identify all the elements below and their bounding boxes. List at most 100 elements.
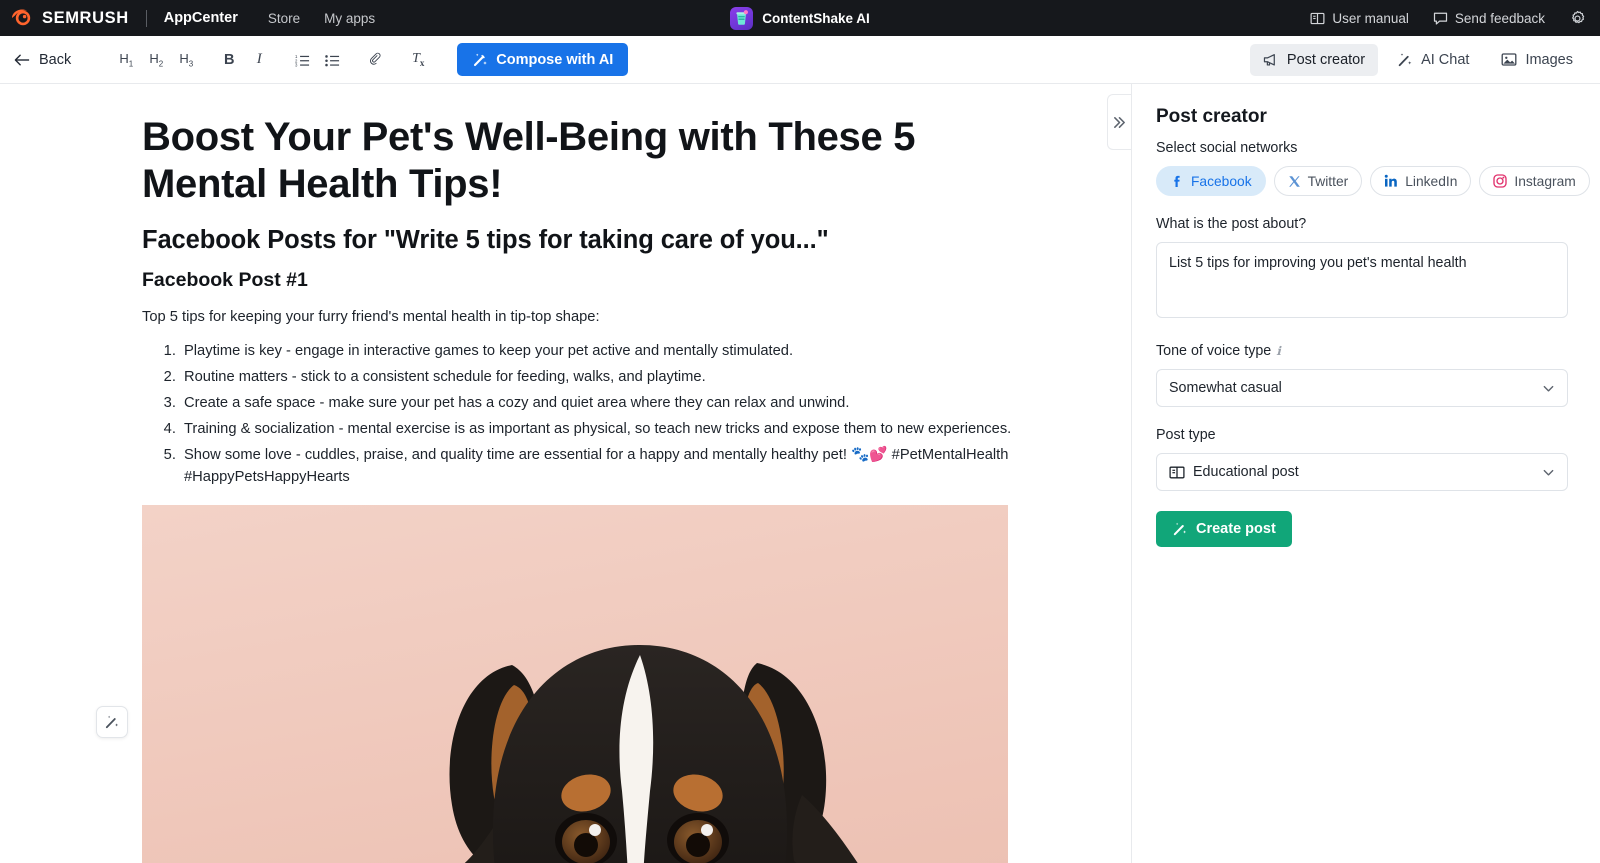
list-item: Training & socialization - mental exerci… — [180, 418, 1022, 441]
italic-button[interactable]: I — [246, 47, 272, 73]
compose-label: Compose with AI — [496, 51, 614, 68]
network-twitter-label: Twitter — [1307, 173, 1349, 189]
panel-tabs: Post creator AI Chat Images — [1249, 43, 1586, 76]
heading-1-button[interactable]: H1 — [113, 47, 139, 73]
book-icon — [1310, 12, 1325, 24]
gear-icon — [1572, 10, 1585, 23]
link-button[interactable] — [362, 47, 388, 73]
tone-label: Tone of voice type ℹ — [1156, 343, 1568, 359]
semrush-wordmark: SEMRUSH — [42, 8, 129, 27]
document-editor[interactable]: Boost Your Pet's Well-Being with These 5… — [0, 84, 1131, 863]
paperclip-icon — [369, 52, 381, 65]
unordered-list-button[interactable] — [319, 47, 345, 73]
network-facebook-label: Facebook — [1191, 173, 1252, 189]
network-twitter[interactable]: Twitter — [1273, 166, 1363, 196]
back-button[interactable]: Back — [14, 52, 71, 68]
chevron-down-icon — [1543, 385, 1554, 392]
info-icon[interactable]: ℹ — [1276, 344, 1281, 358]
arrow-left-icon — [14, 54, 30, 65]
speech-bubble-icon — [1433, 12, 1448, 25]
post-type-select-wrapper: Educational post — [1156, 453, 1568, 491]
tab-ai-chat[interactable]: AI Chat — [1384, 44, 1482, 76]
dog-photo[interactable] — [142, 505, 1008, 863]
user-manual-button[interactable]: User manual — [1310, 11, 1409, 26]
editor-toolbar: Back H1 H2 H3 B I 1 2 3 Tx Compose with … — [0, 36, 1600, 84]
network-facebook[interactable]: Facebook — [1156, 166, 1266, 196]
create-post-button[interactable]: Create post — [1156, 511, 1292, 547]
list-item: Playtime is key - engage in interactive … — [180, 340, 1022, 363]
clear-formatting-button[interactable]: Tx — [405, 47, 431, 73]
post-type-label: Post type — [1156, 427, 1216, 443]
panel-title: Post creator — [1156, 106, 1267, 127]
book-icon — [1169, 466, 1185, 478]
post-about-input[interactable] — [1156, 242, 1568, 318]
networks-label: Select social networks — [1156, 140, 1298, 156]
create-post-label: Create post — [1196, 521, 1276, 537]
tone-select-wrapper: Somewhat casual — [1156, 369, 1568, 407]
user-manual-label: User manual — [1332, 10, 1409, 26]
document-subtitle: Facebook Posts for "Write 5 tips for tak… — [142, 226, 829, 255]
magic-wand-icon — [105, 715, 119, 729]
contentshake-app-icon — [730, 6, 754, 30]
post-creator-panel: Post creator Select social networks Face… — [1131, 84, 1600, 863]
bold-button[interactable]: B — [216, 47, 242, 73]
post-heading: Facebook Post #1 — [142, 269, 308, 292]
brand-divider — [145, 9, 147, 27]
settings-button[interactable] — [1569, 10, 1586, 27]
compose-with-ai-button[interactable]: Compose with AI — [457, 43, 629, 76]
list-item: Routine matters - stick to a consistent … — [180, 366, 1022, 389]
floating-ai-assist-button[interactable] — [96, 706, 128, 738]
semrush-logo[interactable]: SEMRUSH — [10, 8, 129, 28]
nav-store[interactable]: Store — [268, 11, 300, 26]
tab-ai-chat-label: AI Chat — [1421, 51, 1470, 68]
svg-text:3: 3 — [295, 62, 298, 66]
list-item: Create a safe space - make sure your pet… — [180, 392, 1022, 415]
heading-button-group: H1 H2 H3 — [111, 47, 201, 73]
heading-2-button[interactable]: H2 — [143, 47, 169, 73]
chevron-down-icon — [1543, 469, 1554, 476]
list-group: 1 2 3 — [287, 47, 347, 73]
x-twitter-icon — [1288, 175, 1300, 187]
tips-list: Playtime is key - engage in interactive … — [180, 340, 1022, 489]
appcenter-label[interactable]: AppCenter — [164, 10, 238, 26]
image-icon — [1501, 53, 1517, 66]
tab-post-creator[interactable]: Post creator — [1249, 43, 1379, 76]
heading-3-button[interactable]: H3 — [173, 47, 199, 73]
top-right-actions: User manual Send feedback — [1310, 10, 1600, 27]
app-name-label: ContentShake AI — [762, 10, 870, 26]
facebook-icon — [1174, 175, 1180, 187]
document-content: Boost Your Pet's Well-Being with These 5… — [142, 114, 1022, 863]
text-style-group: B I — [214, 47, 274, 73]
tab-post-creator-label: Post creator — [1286, 51, 1366, 68]
tab-images[interactable]: Images — [1488, 44, 1586, 76]
main-content-area: Boost Your Pet's Well-Being with These 5… — [0, 84, 1600, 863]
ordered-list-button[interactable]: 1 2 3 — [289, 47, 315, 73]
back-label: Back — [39, 51, 72, 68]
nav-my-apps[interactable]: My apps — [324, 11, 375, 26]
double-chevron-right-icon — [1114, 116, 1125, 128]
brand-area: SEMRUSH AppCenter — [0, 8, 238, 28]
network-instagram[interactable]: Instagram — [1479, 166, 1590, 196]
send-feedback-button[interactable]: Send feedback — [1433, 11, 1545, 26]
tab-images-label: Images — [1525, 51, 1573, 68]
tone-of-voice-select[interactable]: Somewhat casual — [1156, 369, 1568, 407]
post-type-select[interactable]: Educational post — [1156, 453, 1568, 491]
magic-wand-icon — [1398, 52, 1412, 66]
magic-wand-icon — [1173, 522, 1187, 536]
semrush-logo-icon — [12, 9, 31, 26]
page-title: Boost Your Pet's Well-Being with These 5… — [142, 115, 916, 207]
network-linkedin-label: LinkedIn — [1405, 173, 1458, 189]
collapse-panel-handle[interactable] — [1107, 94, 1131, 150]
network-linkedin[interactable]: LinkedIn — [1370, 166, 1472, 196]
unordered-list-icon — [324, 54, 339, 66]
ordered-list-icon: 1 2 3 — [295, 53, 309, 67]
top-navigation-bar: SEMRUSH AppCenter Store My apps ContentS… — [0, 0, 1600, 36]
network-instagram-label: Instagram — [1514, 173, 1576, 189]
top-nav-links: Store My apps — [268, 11, 375, 26]
magic-wand-icon — [474, 53, 488, 66]
send-feedback-label: Send feedback — [1454, 10, 1545, 26]
social-network-list: Facebook Twitter LinkedIn Instagram — [1156, 166, 1590, 196]
megaphone-icon — [1263, 53, 1275, 66]
list-item: Show some love - cuddles, praise, and qu… — [180, 444, 1022, 490]
instagram-icon — [1493, 174, 1508, 188]
